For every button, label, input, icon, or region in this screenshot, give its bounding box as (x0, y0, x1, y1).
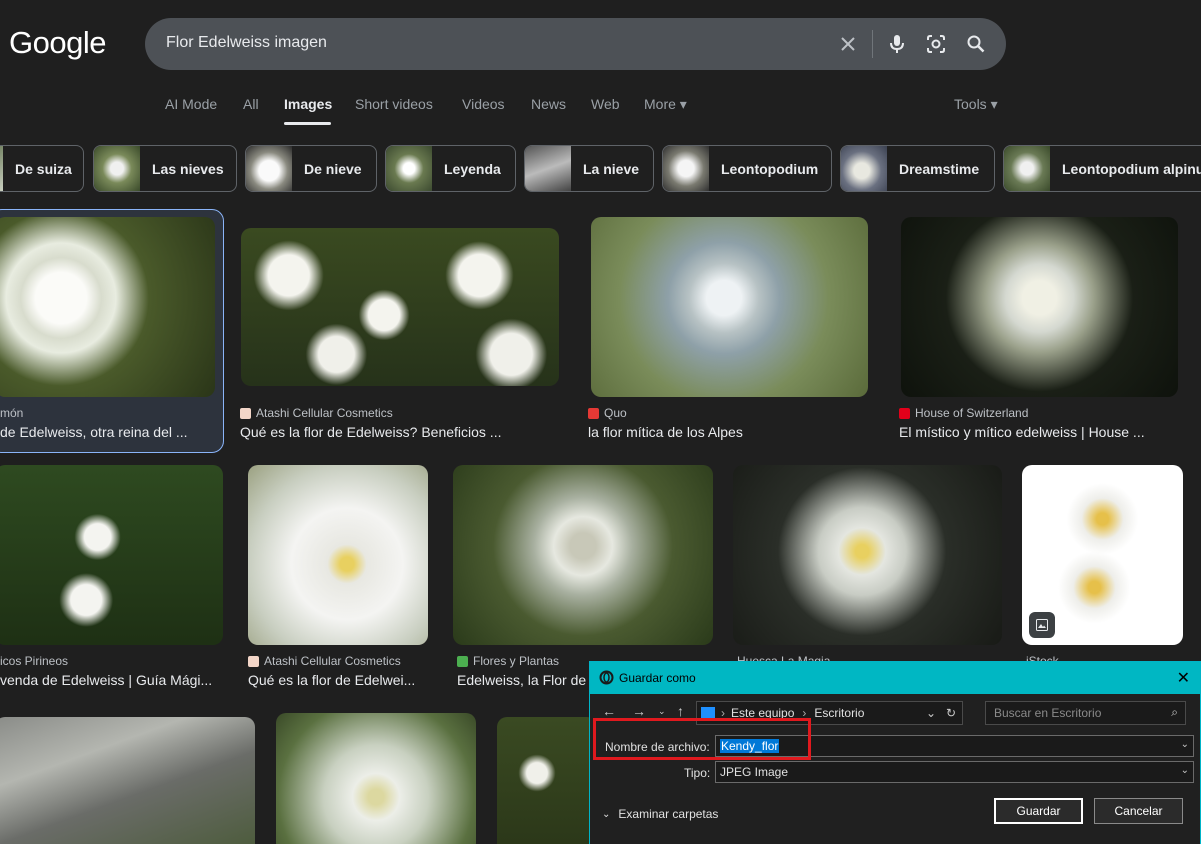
chip-label: De suiza (15, 160, 72, 177)
result-source[interactable]: Flores y Plantas (457, 654, 559, 668)
result-image[interactable] (591, 217, 868, 397)
result-source[interactable]: Atashi Cellular Cosmetics (248, 654, 401, 668)
result-title[interactable]: de Edelweiss, otra reina del ... (0, 424, 210, 440)
result-image[interactable] (276, 713, 476, 844)
tab-web[interactable]: Web (591, 96, 620, 112)
result-title[interactable]: venda de Edelweiss | Guía Mági... (0, 672, 222, 688)
chip-la-nieve[interactable]: La nieve (524, 145, 654, 192)
result-title[interactable]: Qué es la flor de Edelweiss? Beneficios … (240, 424, 560, 440)
cancel-button[interactable]: Cancelar (1094, 798, 1183, 824)
chip-thumbnail (386, 146, 432, 191)
tab-short-videos[interactable]: Short videos (355, 96, 433, 112)
chip-thumbnail (94, 146, 140, 191)
result-image[interactable] (248, 465, 428, 645)
chip-label: Leyenda (444, 160, 501, 177)
search-icon: ⌕ (1171, 705, 1178, 719)
opera-icon (599, 670, 614, 685)
result-image[interactable] (497, 717, 597, 844)
chip-thumbnail (841, 146, 887, 191)
chip-label: Las nieves (152, 160, 224, 177)
chip-thumbnail (663, 146, 709, 191)
chip-label: Leontopodium alpinum (1062, 160, 1201, 177)
favicon-icon (240, 407, 251, 419)
chip-label: Dreamstime (899, 160, 980, 177)
favicon-icon (899, 407, 910, 419)
search-icon[interactable] (964, 32, 988, 56)
chip-label: La nieve (583, 160, 640, 177)
chip-dreamstime[interactable]: Dreamstime (840, 145, 995, 192)
recent-dropdown-icon[interactable]: ⌄ (658, 706, 666, 717)
folder-search-input[interactable]: Buscar en Escritorio ⌕ (985, 701, 1186, 725)
dialog-title: Guardar como (619, 671, 696, 685)
tab-more[interactable]: More ▾ (644, 96, 687, 113)
chip-thumbnail (246, 146, 292, 191)
search-bar[interactable]: Flor Edelweiss imagen (145, 18, 1006, 70)
result-source[interactable]: Quo (588, 406, 627, 420)
search-divider (872, 30, 873, 58)
save-button[interactable]: Guardar (994, 798, 1083, 824)
chip-thumbnail (1004, 146, 1050, 191)
clear-icon[interactable] (836, 32, 860, 56)
chip-de-nieve[interactable]: De nieve (245, 145, 377, 192)
tab-images[interactable]: Images (284, 96, 332, 112)
type-label: Tipo: (684, 766, 711, 780)
forward-arrow-icon[interactable]: → (632, 703, 646, 719)
result-image[interactable] (1022, 465, 1183, 645)
file-type-select[interactable]: JPEG Image ⌄ (715, 761, 1194, 783)
image-icon (1029, 612, 1055, 638)
microphone-icon[interactable] (885, 32, 909, 56)
chip-label: De nieve (304, 160, 362, 177)
favicon-icon (588, 407, 599, 419)
tab-videos[interactable]: Videos (462, 96, 505, 112)
result-source[interactable]: icos Pirineos (0, 654, 68, 668)
chip-de-suiza[interactable]: De suiza (0, 145, 84, 192)
active-tab-indicator (284, 122, 331, 125)
result-source[interactable]: House of Switzerland (899, 406, 1028, 420)
result-source[interactable]: Atashi Cellular Cosmetics (240, 406, 393, 420)
dialog-body: ← → ⌄ ↑ › Este equipo › Escritorio ⌄ ↻ B… (590, 694, 1200, 844)
tab-all[interactable]: All (243, 96, 259, 112)
chip-label: Leontopodium (721, 160, 819, 177)
refresh-icon[interactable]: ↻ (946, 706, 956, 720)
chip-leyenda[interactable]: Leyenda (385, 145, 516, 192)
favicon-icon (457, 655, 468, 667)
close-icon[interactable]: ✕ (1177, 668, 1190, 688)
back-arrow-icon[interactable]: ← (602, 703, 616, 719)
google-logo[interactable]: Google (9, 25, 106, 61)
result-image[interactable] (0, 717, 255, 844)
result-image[interactable] (0, 465, 223, 645)
result-title[interactable]: Edelweiss, la Flor de (457, 672, 589, 688)
result-title[interactable]: El místico y mítico edelweiss | House ..… (899, 424, 1179, 440)
chip-thumbnail (525, 146, 571, 191)
browse-folders-toggle[interactable]: ⌄ Examinar carpetas (602, 807, 718, 821)
address-dropdown-icon[interactable]: ⌄ (926, 706, 936, 720)
result-image[interactable] (241, 228, 559, 386)
result-image[interactable] (901, 217, 1178, 397)
chip-leontopodium[interactable]: Leontopodium (662, 145, 832, 192)
favicon-icon (248, 655, 259, 667)
up-arrow-icon[interactable]: ↑ (677, 703, 684, 719)
result-title[interactable]: Qué es la flor de Edelwei... (248, 672, 428, 688)
chevron-down-icon[interactable]: ⌄ (1181, 765, 1189, 776)
result-image[interactable] (0, 217, 215, 397)
chip-leontopodium-alpinum[interactable]: Leontopodium alpinum (1003, 145, 1201, 192)
search-input[interactable]: Flor Edelweiss imagen (166, 34, 327, 52)
tab-ai-mode[interactable]: AI Mode (165, 96, 217, 112)
chip-las-nieves[interactable]: Las nieves (93, 145, 237, 192)
breadcrumb-escritorio[interactable]: Escritorio (814, 706, 864, 720)
tab-news[interactable]: News (531, 96, 566, 112)
chevron-down-icon: ⌄ (602, 808, 611, 820)
dialog-title-bar[interactable]: Guardar como ✕ (590, 662, 1200, 694)
annotation-highlight-box (593, 718, 811, 760)
result-image[interactable] (453, 465, 713, 645)
result-image[interactable] (733, 465, 1002, 645)
result-source[interactable]: món (0, 406, 23, 420)
result-title[interactable]: la flor mítica de los Alpes (588, 424, 868, 440)
tools-button[interactable]: Tools ▾ (954, 96, 998, 113)
lens-camera-icon[interactable] (924, 32, 948, 56)
chevron-down-icon[interactable]: ⌄ (1181, 739, 1189, 750)
